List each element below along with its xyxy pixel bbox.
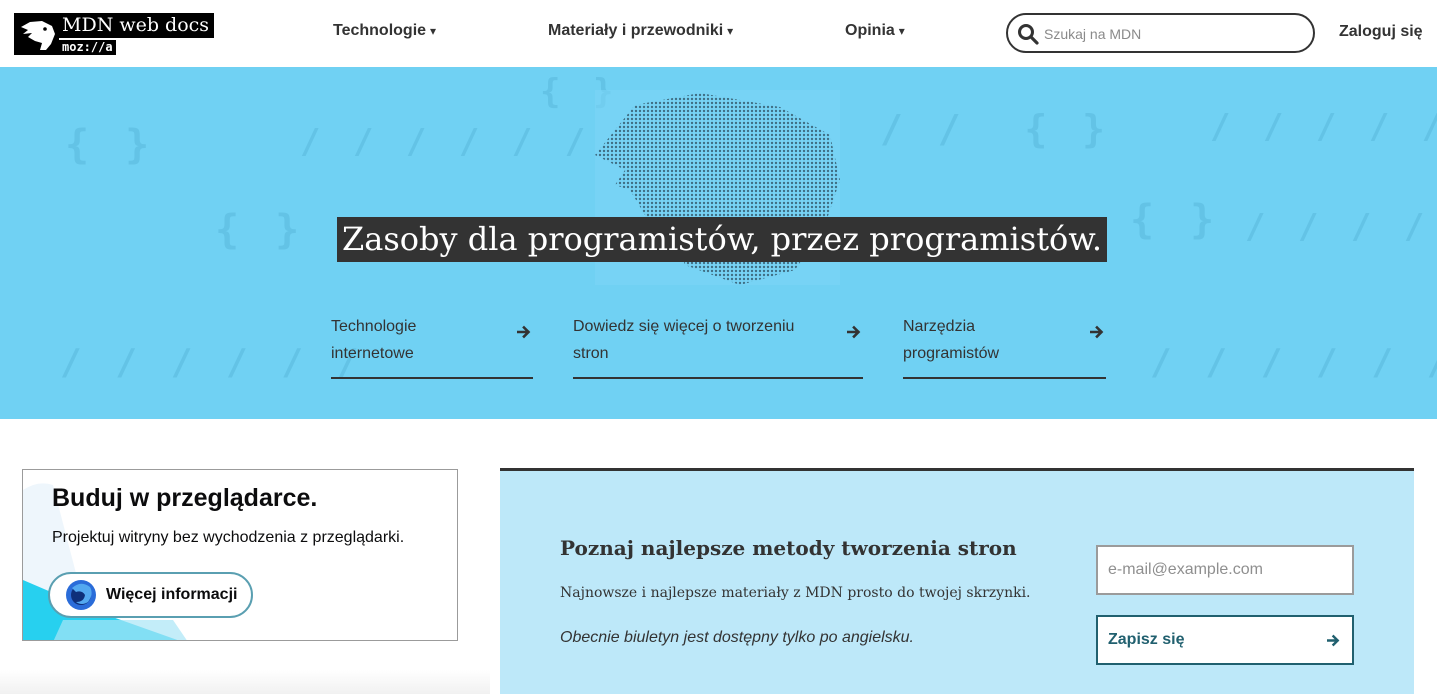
newsletter-description: Najnowsze i najlepsze materiały z MDN pr… bbox=[560, 585, 1031, 601]
promo-description: Projektuj witryny bez wychodzenia z prze… bbox=[52, 529, 405, 546]
section-divider bbox=[0, 670, 490, 694]
email-field[interactable] bbox=[1096, 545, 1354, 595]
arrow-right-icon bbox=[517, 325, 531, 339]
hero-link-line: Technologie bbox=[331, 318, 417, 335]
firefox-icon bbox=[66, 580, 96, 610]
arrow-right-icon bbox=[1090, 325, 1104, 339]
newsletter-note: Obecnie biuletyn jest dostępny tylko po … bbox=[560, 629, 914, 646]
hero-section: { } / / / / / / / / { } / / / / / { } { … bbox=[0, 67, 1437, 419]
nav-materials-guides[interactable]: Materiały i przewodniki ▾ bbox=[548, 22, 733, 40]
chevron-down-icon: ▾ bbox=[430, 24, 437, 38]
dinosaur-logo-icon bbox=[14, 13, 59, 55]
decorative-slashes: / / / / / / bbox=[1150, 342, 1437, 383]
search-input[interactable] bbox=[1044, 24, 1304, 44]
search-icon[interactable] bbox=[1017, 23, 1039, 45]
logo-title: MDN web docs bbox=[59, 13, 214, 38]
decorative-slashes: / / { } bbox=[880, 107, 1112, 151]
hero-link-line: internetowe bbox=[331, 345, 414, 362]
decorative-braces: { } bbox=[65, 122, 156, 168]
search-box bbox=[1006, 13, 1315, 53]
browser-promo-card: Buduj w przeglądarce. Projektuj witryny … bbox=[22, 469, 458, 641]
nav-materials-guides-label: Materiały i przewodniki bbox=[548, 22, 724, 39]
promo-title: Buduj w przeglądarce. bbox=[52, 484, 318, 512]
subscribe-button-label: Zapisz się bbox=[1108, 631, 1185, 648]
decorative-slashes: / / / / / / bbox=[60, 342, 365, 383]
arrow-right-icon bbox=[1327, 634, 1340, 647]
decorative-slashes: / / / / / bbox=[1210, 107, 1437, 147]
nav-technologies-label: Technologie bbox=[333, 22, 427, 39]
newsletter-title: Poznaj najlepsze metody tworzenia stron bbox=[560, 536, 1017, 560]
login-link[interactable]: Zaloguj się bbox=[1339, 23, 1423, 41]
chevron-down-icon: ▾ bbox=[727, 24, 734, 38]
site-header: MDN web docs moz://a Technologie ▾ Materi… bbox=[0, 0, 1437, 67]
subscribe-button[interactable]: Zapisz się bbox=[1096, 615, 1354, 665]
more-info-button-label: Więcej informacji bbox=[106, 586, 238, 603]
decorative-slashes: / / / / / bbox=[1245, 207, 1437, 247]
more-info-button[interactable]: Więcej informacji bbox=[48, 572, 253, 618]
hero-link-web-technologies[interactable]: Technologie internetowe bbox=[331, 313, 533, 379]
hero-link-line: programistów bbox=[903, 345, 1000, 362]
mdn-logo[interactable]: MDN web docs moz://a bbox=[14, 13, 214, 55]
hero-link-developer-tools[interactable]: Narzędzia programistów bbox=[903, 313, 1106, 379]
newsletter-section: Poznaj najlepsze metody tworzenia stron … bbox=[500, 468, 1414, 694]
chevron-down-icon: ▾ bbox=[898, 24, 905, 38]
hero-link-line: Dowiedz się więcej o tworzeniu bbox=[573, 318, 795, 335]
nav-feedback[interactable]: Opinia ▾ bbox=[845, 22, 905, 40]
mozilla-wordmark: moz://a bbox=[59, 40, 116, 55]
hero-link-line: stron bbox=[573, 345, 609, 362]
decorative-braces: { } bbox=[1130, 197, 1221, 243]
hero-title: Zasoby dla programistów, przez programis… bbox=[337, 217, 1108, 262]
arrow-right-icon bbox=[847, 325, 861, 339]
hero-link-learn-web-dev[interactable]: Dowiedz się więcej o tworzeniu stron bbox=[573, 313, 863, 379]
nav-technologies[interactable]: Technologie ▾ bbox=[333, 22, 436, 40]
decorative-braces: { } bbox=[215, 207, 306, 253]
decorative-slashes: / / / / / / bbox=[300, 122, 592, 162]
nav-feedback-label: Opinia bbox=[845, 22, 895, 39]
hero-link-line: Narzędzia bbox=[903, 318, 976, 335]
